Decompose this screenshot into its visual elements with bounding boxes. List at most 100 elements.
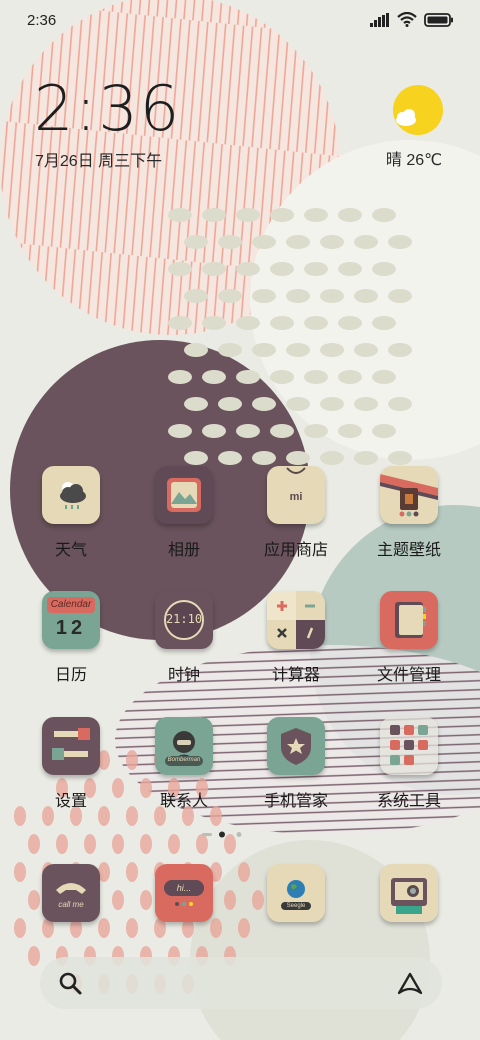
calculator-icon — [267, 591, 325, 649]
wallpaper-dot — [184, 397, 208, 411]
wallpaper-dot — [218, 343, 242, 357]
app-security[interactable]: 手机管家 — [240, 717, 352, 811]
wallpaper-dot — [354, 289, 378, 303]
wallpaper-dot — [304, 208, 328, 222]
wallpaper-dot — [338, 424, 362, 438]
signal-icon — [370, 12, 389, 27]
settings-icon — [42, 717, 100, 775]
wallpaper-dot — [202, 424, 226, 438]
wallpaper-dot — [372, 316, 396, 330]
calendar-badge: Calendar — [47, 597, 95, 613]
wallpaper-dot — [252, 451, 276, 465]
app-themes[interactable]: 主题壁纸 — [353, 466, 465, 560]
wallpaper-dot — [286, 343, 310, 357]
search-bar[interactable] — [40, 957, 442, 1009]
wallpaper-dot — [320, 235, 344, 249]
wallpaper-dot — [338, 262, 362, 276]
calendar-day: 12 — [55, 617, 87, 639]
battery-icon — [424, 12, 453, 27]
assistant-icon[interactable] — [396, 971, 424, 997]
dock-messages[interactable]: hi... — [128, 864, 240, 922]
wallpaper-dot — [168, 370, 192, 384]
wallpaper-dot — [388, 451, 412, 465]
wallpaper-dot — [236, 370, 260, 384]
app-label: 日历 — [54, 667, 87, 684]
app-label: 主题壁纸 — [376, 542, 441, 559]
status-bar: 2:36 — [0, 0, 480, 42]
app-clock[interactable]: 21:10 时钟 — [128, 591, 240, 685]
app-weather[interactable]: 天气 — [15, 466, 127, 560]
app-label: 相册 — [167, 542, 200, 559]
status-time: 2:36 — [27, 12, 57, 29]
wallpaper-dot — [236, 262, 260, 276]
wallpaper-dot — [372, 370, 396, 384]
app-file-manager[interactable]: 文件管理 — [353, 591, 465, 685]
wallpaper-dot — [320, 451, 344, 465]
weather-widget-text[interactable]: 晴 26℃ — [372, 146, 456, 170]
clock-icon: 21:10 — [155, 591, 213, 649]
wallpaper-dot — [252, 343, 276, 357]
sunny-cloud-icon[interactable] — [392, 84, 444, 136]
wallpaper-dot — [168, 316, 192, 330]
dock-camera[interactable] — [353, 864, 465, 922]
wallpaper-dot — [270, 424, 294, 438]
wallpaper-dot — [270, 316, 294, 330]
wallpaper-dot — [184, 343, 208, 357]
app-label: 应用商店 — [263, 542, 328, 559]
status-icons — [370, 12, 454, 27]
app-label: 手机管家 — [263, 793, 328, 810]
wallpaper-dot — [236, 424, 260, 438]
wallpaper-dot — [354, 343, 378, 357]
app-label: 计算器 — [271, 667, 320, 684]
wallpaper-dot — [388, 343, 412, 357]
app-calendar[interactable]: Calendar 12 日历 — [15, 591, 127, 685]
wallpaper-dot — [270, 370, 294, 384]
dock-browser[interactable]: Seegle — [240, 864, 352, 922]
app-store-icon: mi — [267, 466, 325, 524]
wallpaper-dot — [388, 235, 412, 249]
wallpaper-dot — [354, 397, 378, 411]
wallpaper-dot — [320, 343, 344, 357]
wallpaper-dot — [304, 370, 328, 384]
dock-phone[interactable]: call me — [15, 864, 127, 922]
wallpaper-dot — [354, 235, 378, 249]
app-label: 联系人 — [159, 793, 208, 810]
calendar-icon: Calendar 12 — [42, 591, 100, 649]
themes-icon — [380, 466, 438, 524]
search-icon[interactable] — [58, 971, 84, 997]
app-system-tools[interactable]: 系统工具 — [353, 717, 465, 811]
wallpaper-dot — [304, 262, 328, 276]
app-app-store[interactable]: mi 应用商店 — [240, 466, 352, 560]
app-label: 天气 — [54, 542, 87, 559]
wallpaper-dot — [112, 834, 124, 854]
wallpaper-dot — [168, 262, 192, 276]
wallpaper-dot — [388, 397, 412, 411]
wallpaper-dot — [28, 834, 40, 854]
wallpaper-dot — [184, 235, 208, 249]
page-indicator[interactable] — [200, 830, 280, 840]
app-contacts[interactable]: Bomberman 联系人 — [128, 717, 240, 811]
wallpaper-dot — [252, 397, 276, 411]
wallpaper-dot — [286, 397, 310, 411]
clock-widget-time[interactable]: 2:36 — [34, 78, 181, 140]
svg-text:mi: mi — [290, 491, 303, 503]
security-icon — [267, 717, 325, 775]
gallery-icon — [155, 466, 213, 524]
app-gallery[interactable]: 相册 — [128, 466, 240, 560]
file-manager-icon — [380, 591, 438, 649]
contacts-icon: Bomberman — [155, 717, 213, 775]
wallpaper-dot — [252, 235, 276, 249]
wallpaper-dot — [252, 289, 276, 303]
clock-widget-date[interactable]: 7月26日 周三下午 — [35, 147, 162, 171]
phone-icon: call me — [42, 864, 100, 922]
app-label: 时钟 — [167, 667, 200, 684]
phone-caption: call me — [58, 900, 84, 909]
wallpaper-dot — [84, 834, 96, 854]
wallpaper-dot — [270, 262, 294, 276]
wallpaper-dot — [202, 316, 226, 330]
wallpaper-dot — [304, 424, 328, 438]
app-settings[interactable]: 设置 — [15, 717, 127, 811]
wallpaper-dot — [372, 262, 396, 276]
wallpaper-dot — [236, 208, 260, 222]
app-calculator[interactable]: 计算器 — [240, 591, 352, 685]
